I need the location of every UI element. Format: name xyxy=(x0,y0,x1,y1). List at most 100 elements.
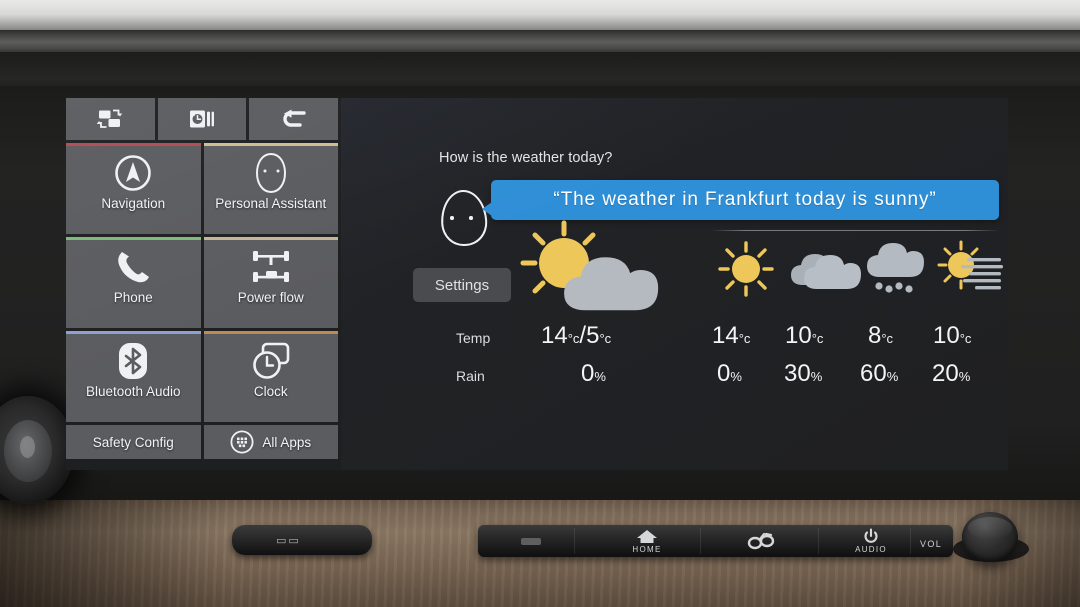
assistant-answer-text: “The weather in Frankfurt today is sunny… xyxy=(553,189,937,210)
assistant-pane: How is the weather today? 12 18 0 6 “The… xyxy=(341,98,1008,470)
screen-swap-button[interactable] xyxy=(66,98,155,140)
tile-phone[interactable]: Phone xyxy=(66,237,201,328)
forecast-rain-unit: % xyxy=(958,369,971,384)
phone-handset-icon xyxy=(113,244,153,290)
assistant-avatar xyxy=(439,188,489,248)
tile-label: Personal Assistant xyxy=(215,196,327,211)
bluetooth-icon xyxy=(116,338,150,384)
tile-label: Navigation xyxy=(101,196,166,211)
forecast-rain-unit: % xyxy=(730,369,742,384)
back-button[interactable] xyxy=(249,98,339,140)
forecast-temp-unit: °c xyxy=(881,331,894,346)
home-label: HOME xyxy=(632,544,662,554)
weather-data-rows: Temp 14°c/5°c 14°c 10°c 8°c 10°c Rain 0%… xyxy=(341,320,1008,396)
forecast-temp-0: 14°c xyxy=(712,322,750,350)
volume-label: VOL xyxy=(920,539,943,549)
hardware-button-audio[interactable]: AUDIO xyxy=(840,525,902,557)
hardware-button-aux[interactable] xyxy=(496,525,566,557)
forecast-rain-value: 60 xyxy=(860,360,887,387)
forecast-temp-1: 10°c xyxy=(785,322,823,350)
today-temp-low-unit: °c xyxy=(599,331,612,346)
forecast-icon-3-wrap xyxy=(929,234,1008,304)
tile-label: Clock xyxy=(253,384,288,399)
app-grid-icon xyxy=(230,430,254,454)
media-link-icon xyxy=(747,532,775,550)
tile-accent xyxy=(66,143,201,146)
forecast-temp-unit: °c xyxy=(738,331,751,346)
forecast-rain-2: 60% xyxy=(860,360,898,388)
tile-personal-assistant[interactable]: Personal Assistant xyxy=(203,143,338,234)
back-arrow-icon xyxy=(282,109,306,127)
avatar-outline xyxy=(439,188,489,248)
button-separator xyxy=(910,528,911,554)
recent-apps-button[interactable] xyxy=(157,98,247,140)
user-question: How is the weather today? xyxy=(439,150,613,166)
temp-row: Temp 14°c/5°c 14°c 10°c 8°c 10°c xyxy=(341,320,1008,358)
forecast-rain-1: 30% xyxy=(784,360,822,388)
tile-label: Power flow xyxy=(237,290,304,305)
tile-accent xyxy=(203,331,338,334)
clouds-icon xyxy=(791,254,861,289)
all-apps-label: All Apps xyxy=(262,434,312,450)
tile-accent xyxy=(203,237,338,240)
rain-row: Rain 0% 0% 30% 60% 20% xyxy=(341,358,1008,396)
tile-accent xyxy=(66,237,201,240)
tile-bottom-row: Safety Config All Apps xyxy=(66,425,338,459)
hardware-button-media[interactable] xyxy=(728,525,794,557)
audio-label: AUDIO xyxy=(855,544,887,554)
safety-config-button[interactable]: Safety Config xyxy=(66,425,201,459)
forecast-rain-3: 20% xyxy=(932,360,970,388)
forecast-temp-unit: °c xyxy=(959,331,972,346)
all-apps-button[interactable]: All Apps xyxy=(203,425,338,459)
hardware-button-home[interactable]: HOME xyxy=(614,525,680,557)
rain-row-label: Rain xyxy=(456,368,485,384)
tile-label: Phone xyxy=(113,290,153,305)
forecast-rain-0: 0% xyxy=(717,360,742,388)
button-separator xyxy=(574,528,575,554)
safety-config-label: Safety Config xyxy=(92,434,174,450)
button-separator xyxy=(818,528,819,554)
button-separator xyxy=(700,528,701,554)
avatar-eye-left xyxy=(450,216,454,220)
tile-navigation[interactable]: Navigation xyxy=(66,143,201,234)
sun-behind-haze-icon xyxy=(937,240,1003,290)
tile-label: Bluetooth Audio xyxy=(85,384,181,399)
today-temp-high-unit: °c xyxy=(567,331,580,346)
tile-clock[interactable]: Clock xyxy=(203,331,338,422)
forecast-rain-value: 30 xyxy=(784,360,811,387)
forecast-temp-value: 14 xyxy=(712,322,739,349)
infotainment-screen: Navigation Personal Assistant Phone Powe… xyxy=(66,98,1008,470)
left-hardware-button[interactable]: ▭▭ xyxy=(232,525,372,555)
tile-power-flow[interactable]: Power flow xyxy=(203,237,338,328)
powertrain-icon xyxy=(248,244,294,290)
forecast-rain-unit: % xyxy=(810,369,823,384)
settings-label: Settings xyxy=(434,276,490,294)
forecast-temp-value: 10 xyxy=(785,322,812,349)
app-tile-grid: Navigation Personal Assistant Phone Powe… xyxy=(66,143,338,459)
infotainment-photo: Navigation Personal Assistant Phone Powe… xyxy=(0,0,1080,607)
forecast-rain-value: 20 xyxy=(932,360,959,387)
tile-row-1: Navigation Personal Assistant xyxy=(66,143,338,234)
today-rain-unit: % xyxy=(594,369,606,384)
tile-row-2: Phone Power flow xyxy=(66,237,338,328)
sun-icon xyxy=(718,241,774,297)
forecast-divider xyxy=(711,230,999,231)
sun-behind-cloud-icon xyxy=(520,220,658,311)
forecast-temp-value: 8 xyxy=(868,322,882,349)
today-temp: 14°c/5°c xyxy=(541,322,611,350)
tile-accent xyxy=(66,331,201,334)
tile-bluetooth-audio[interactable]: Bluetooth Audio xyxy=(66,331,201,422)
today-rain: 0% xyxy=(581,360,606,388)
navigation-compass-icon xyxy=(113,150,153,196)
air-vent-knob[interactable] xyxy=(20,436,35,458)
forecast-temp-2: 8°c xyxy=(868,322,893,350)
volume-knob[interactable] xyxy=(962,512,1018,562)
forecast-icon-1-wrap xyxy=(778,234,864,304)
settings-button[interactable]: Settings xyxy=(413,268,511,302)
avatar-eye-right xyxy=(469,216,473,220)
assistant-avatar-icon xyxy=(253,150,289,196)
assistant-answer-bubble: “The weather in Frankfurt today is sunny… xyxy=(482,180,999,220)
power-icon xyxy=(864,527,878,543)
tile-accent xyxy=(203,143,338,146)
aux-icon xyxy=(521,537,541,545)
